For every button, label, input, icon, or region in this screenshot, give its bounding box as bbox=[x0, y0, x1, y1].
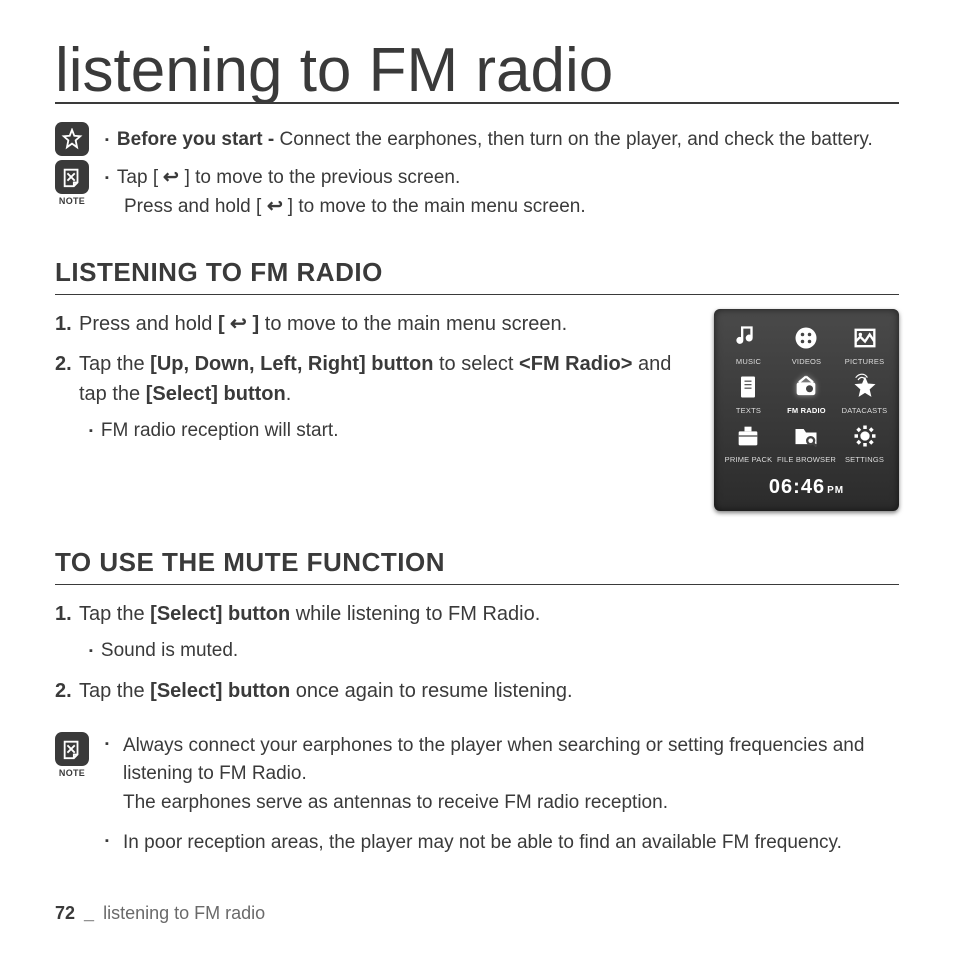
before-you-start-line: Before you start - Connect the earphones… bbox=[105, 126, 873, 155]
device-menu-item: TEXTS bbox=[724, 372, 773, 415]
device-menu-item: FM RADIO bbox=[777, 372, 836, 415]
device-menu-item: PICTURES bbox=[840, 323, 889, 366]
section-heading-mute: TO USE THE MUTE FUNCTION bbox=[55, 547, 899, 585]
section-heading-listening: LISTENING TO FM RADIO bbox=[55, 257, 899, 295]
device-menu-item: MUSIC bbox=[724, 323, 773, 366]
back-icon: ↪ bbox=[230, 309, 247, 339]
back-icon: ↪ bbox=[163, 164, 179, 193]
star-icon bbox=[55, 122, 89, 156]
step2-sub: FM radio reception will start. bbox=[89, 417, 692, 446]
mute-step1-sub: Sound is muted. bbox=[89, 637, 899, 666]
device-menu-item: SETTINGS bbox=[840, 421, 889, 464]
device-menu-item: DATACASTS bbox=[840, 372, 889, 415]
mute-step-1: Tap the [Select] button while listening … bbox=[55, 599, 899, 666]
page-title: listening to FM radio bbox=[55, 40, 899, 104]
note-label: NOTE bbox=[59, 768, 85, 778]
note-icon bbox=[55, 732, 89, 766]
mute-step-2: Tap the [Select] button once again to re… bbox=[55, 676, 899, 706]
device-time: 06:46PM bbox=[724, 476, 889, 499]
note-bullet-1: Always connect your earphones to the pla… bbox=[105, 732, 899, 818]
note-label: NOTE bbox=[59, 196, 85, 206]
device-menu-item: VIDEOS bbox=[777, 323, 836, 366]
device-mockup: MUSICVIDEOSPICTURES TEXTSFM RADIODATACAST… bbox=[714, 309, 899, 511]
page-footer: 72 _ listening to FM radio bbox=[55, 903, 265, 924]
back-icon: ↪ bbox=[267, 193, 283, 222]
device-menu-item: PRIME PACK bbox=[724, 421, 773, 464]
note-icon bbox=[55, 160, 89, 194]
step-1: Press and hold [ ↪ ] to move to the main… bbox=[55, 309, 692, 339]
step-2: Tap the [Up, Down, Left, Right] button t… bbox=[55, 349, 692, 446]
note-bullet-2: In poor reception areas, the player may … bbox=[105, 829, 899, 858]
device-menu-item: FILE BROWSER bbox=[777, 421, 836, 464]
tip-line-2: Press and hold [ ↪ ] to move to the main… bbox=[105, 193, 586, 222]
tip-line-1: Tap [ ↪ ] to move to the previous screen… bbox=[105, 164, 586, 193]
intro-block: Before you start - Connect the earphones… bbox=[55, 122, 899, 221]
